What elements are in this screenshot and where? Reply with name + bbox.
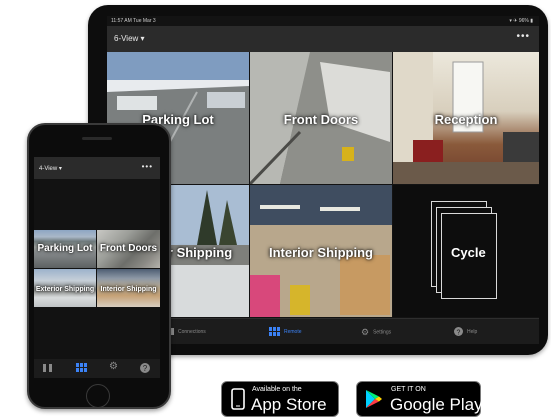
cycle-tile[interactable]: Cycle (393, 185, 539, 317)
camera-label: Reception (434, 112, 498, 127)
camera-label: Front Doors (99, 243, 158, 254)
cycle-label: Cycle (451, 245, 486, 260)
view-selector[interactable]: 4-View ▾ (39, 165, 62, 172)
phone-screen: 4-View ▾ ••• Parking Lot Front Doors Ext… (34, 157, 160, 378)
tab-remote[interactable]: Remote (269, 325, 302, 339)
camera-label: Front Doors (283, 112, 359, 127)
phone-speaker (82, 137, 112, 140)
google-play-badge[interactable]: GET IT ON Google Play (356, 381, 483, 417)
app-store-big-text: App Store (251, 395, 327, 414)
app-store-badge[interactable]: Available on the App Store (221, 381, 339, 417)
more-menu-button[interactable]: ••• (516, 31, 530, 42)
status-indicators: ▾ ✈ 96% ▮ (509, 18, 533, 24)
tab-help[interactable]: ? Help (454, 325, 477, 339)
svg-text:?: ? (143, 364, 148, 373)
tab-label: Settings (373, 329, 392, 336)
camera-tile-front-doors[interactable]: Front Doors (97, 230, 160, 268)
tab-label: Help (467, 329, 478, 335)
tablet-tab-bar: Connections Remote ⚙ Settings ? Help (107, 318, 539, 344)
tab-settings[interactable]: ⚙ Settings (361, 325, 391, 339)
camera-tile-front-doors[interactable]: Front Doors (250, 52, 392, 184)
help-icon[interactable]: ? (140, 363, 150, 373)
tablet-nav-bar: 6-View ▾ ••• (107, 26, 539, 52)
google-play-small-text: GET IT ON (391, 386, 426, 393)
camera-label: Interior Shipping (100, 286, 157, 293)
tablet-screen: 11:57 AM Tue Mar 3 ▾ ✈ 96% ▮ 6-View ▾ ••… (107, 16, 539, 344)
phone-home-button[interactable] (86, 384, 110, 408)
tab-label: Connections (178, 329, 206, 335)
connections-icon[interactable] (43, 363, 53, 373)
camera-tile-parking-lot[interactable]: Parking Lot (34, 230, 96, 268)
help-icon: ? (454, 327, 463, 337)
phone-nav-bar: 4-View ▾ ••• (34, 157, 160, 179)
app-store-small-text: Available on the (252, 386, 302, 393)
remote-grid-icon (269, 327, 280, 337)
view-selector[interactable]: 6-View ▾ (114, 34, 145, 43)
gear-icon[interactable]: ⚙ (109, 361, 118, 372)
camera-tile-reception[interactable]: Reception (393, 52, 539, 184)
svg-text:?: ? (457, 330, 461, 337)
more-menu-button[interactable]: ••• (142, 162, 153, 171)
remote-grid-icon[interactable] (76, 363, 87, 373)
tab-label: Remote (284, 329, 302, 335)
status-time: 11:57 AM Tue Mar 3 (111, 18, 156, 24)
chevron-down-icon: ▾ (58, 166, 62, 172)
google-play-big-text: Google Play (390, 395, 483, 414)
camera-tile-interior-shipping[interactable]: Interior Shipping (97, 269, 160, 307)
gear-icon: ⚙ (361, 327, 370, 337)
tablet-status-bar: 11:57 AM Tue Mar 3 ▾ ✈ 96% ▮ (107, 16, 539, 26)
camera-label: Interior Shipping (269, 245, 373, 260)
camera-tile-interior-shipping[interactable]: Interior Shipping (250, 185, 392, 317)
tab-connections[interactable]: Connections (165, 325, 206, 339)
camera-label: Exterior Shipping (35, 286, 95, 293)
phone-tab-bar: ⚙ ? (34, 359, 160, 378)
chevron-down-icon: ▾ (140, 34, 145, 43)
google-play-icon (366, 390, 382, 408)
camera-tile-exterior-shipping[interactable]: Exterior Shipping (34, 269, 96, 307)
phone-device-icon (231, 388, 245, 410)
camera-label: Parking Lot (37, 243, 93, 254)
